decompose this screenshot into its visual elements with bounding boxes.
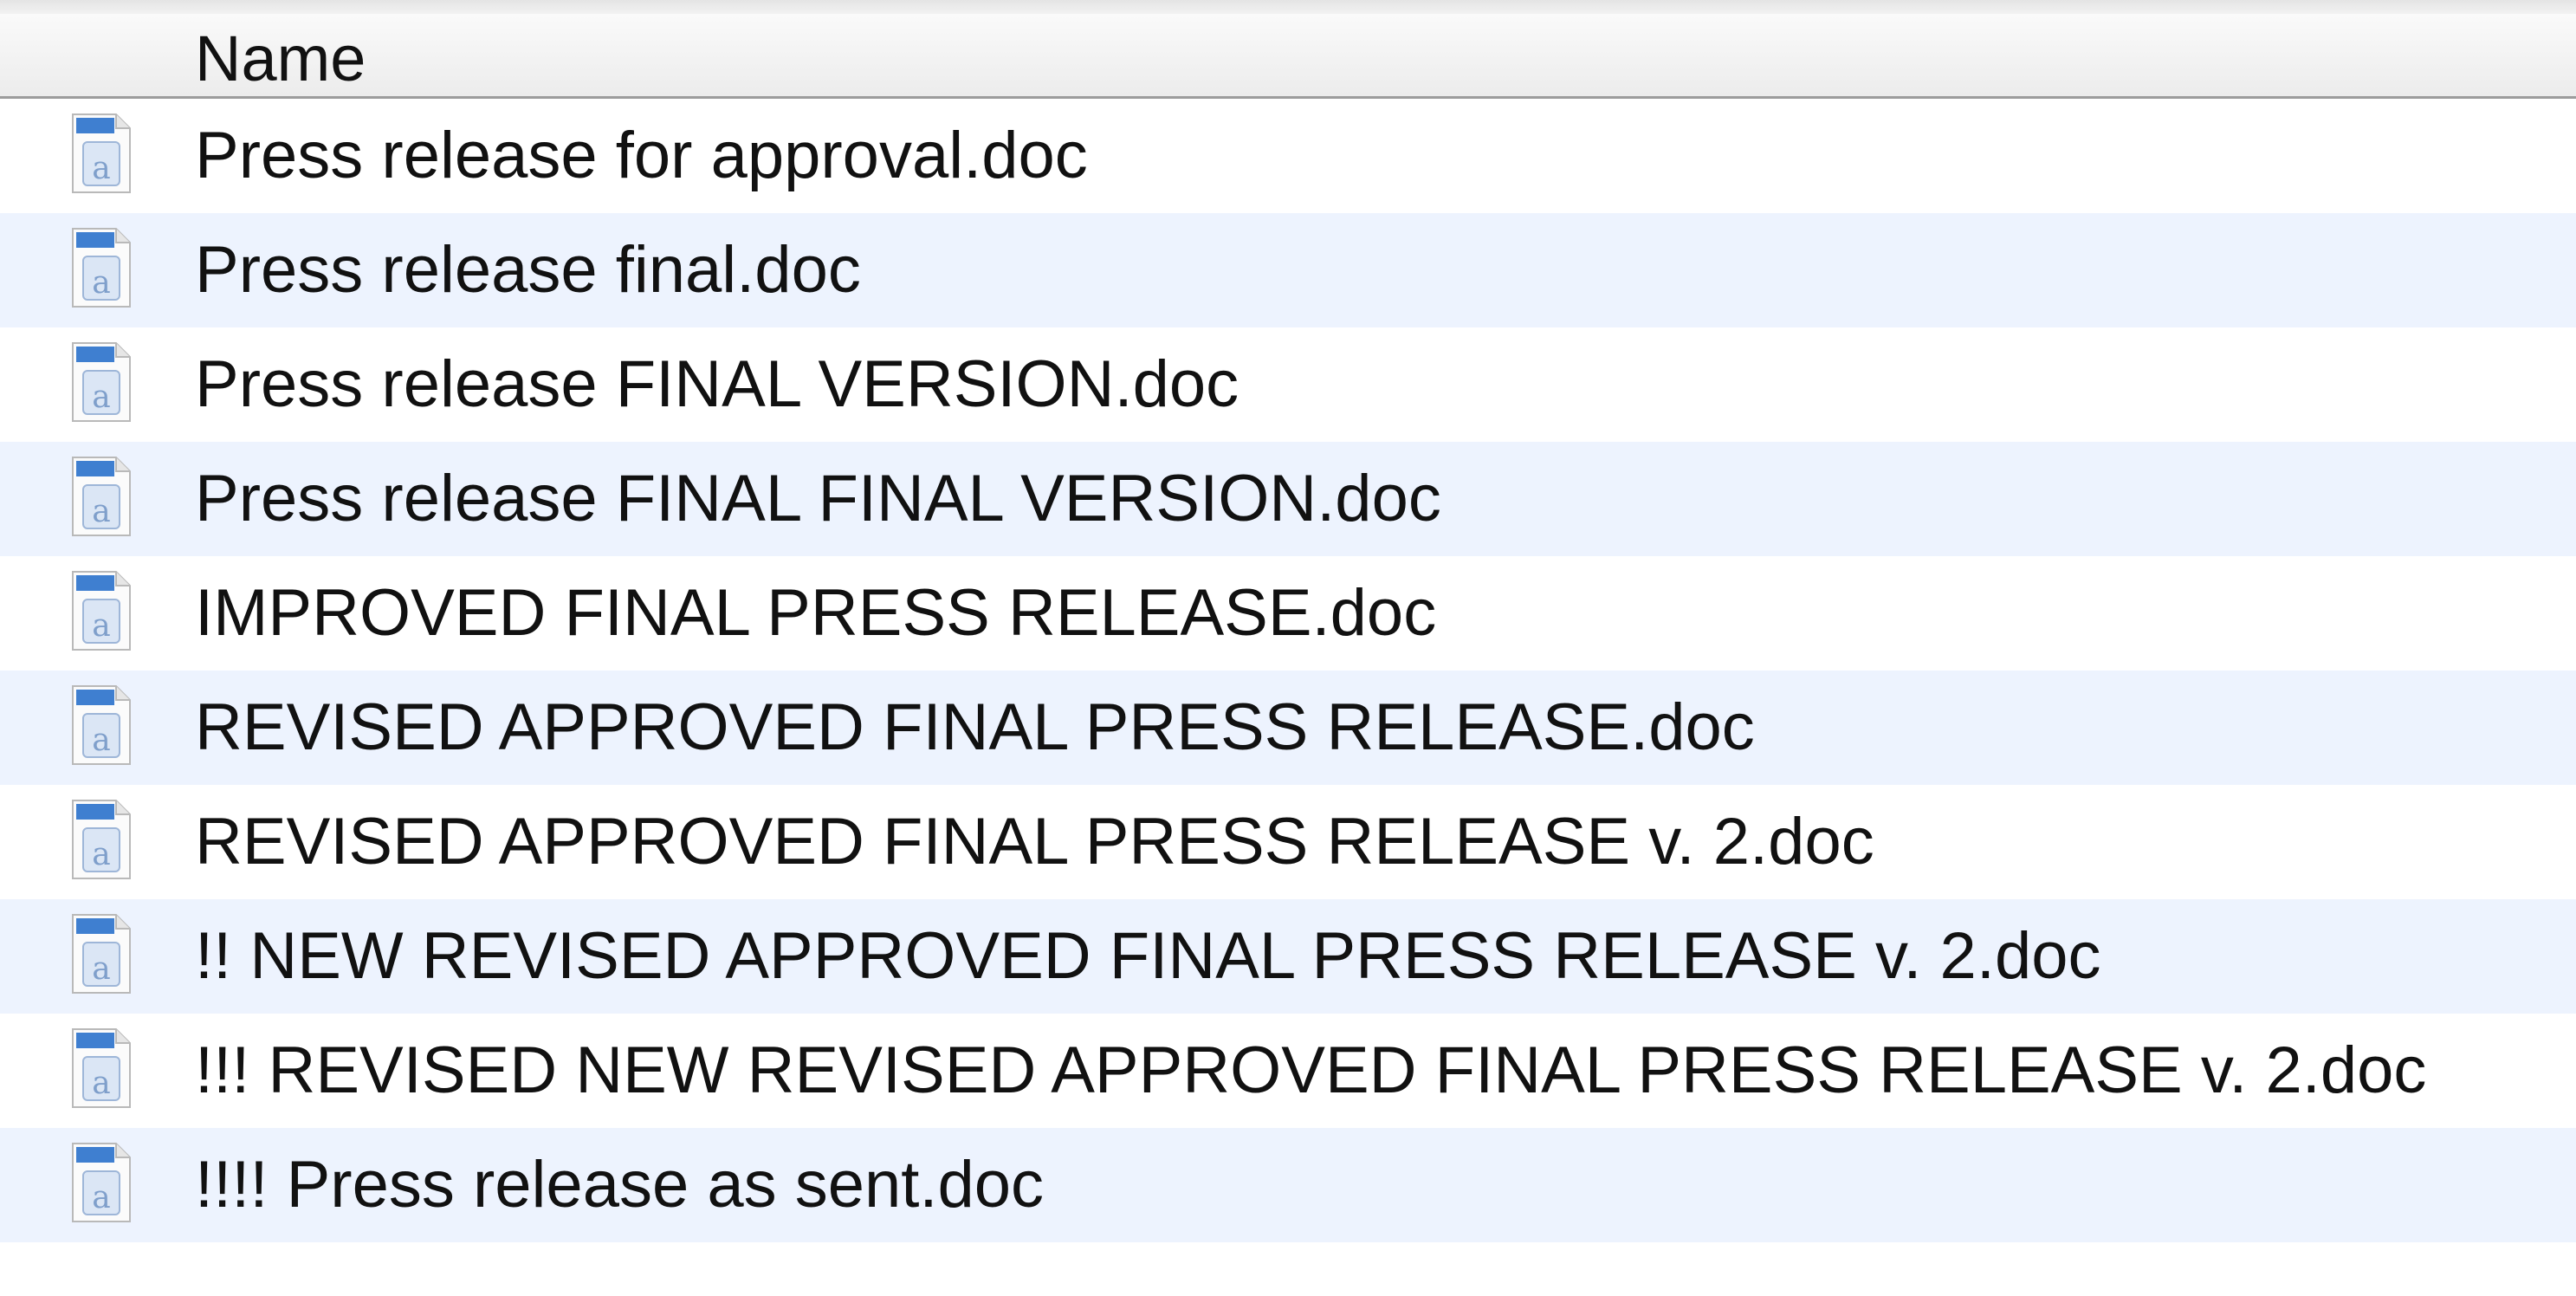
svg-text:a: a [92, 1066, 110, 1101]
column-header: Name [0, 14, 2576, 99]
file-name: Press release for approval.doc [195, 119, 1088, 192]
file-name: !!! REVISED NEW REVISED APPROVED FINAL P… [195, 1034, 2427, 1107]
svg-text:a: a [92, 1180, 110, 1215]
list-item[interactable]: a !!! REVISED NEW REVISED APPROVED FINAL… [0, 1014, 2576, 1128]
name-column-header[interactable]: Name [195, 23, 366, 95]
file-name: REVISED APPROVED FINAL PRESS RELEASE.doc [195, 690, 1755, 764]
list-item[interactable]: a Press release for approval.doc [0, 99, 2576, 213]
list-item[interactable]: a Press release final.doc [0, 213, 2576, 327]
svg-text:a: a [92, 837, 110, 872]
word-document-icon: a [72, 1028, 131, 1108]
word-document-icon: a [72, 113, 131, 193]
list-item[interactable]: a !! NEW REVISED APPROVED FINAL PRESS RE… [0, 899, 2576, 1014]
file-name: Press release FINAL VERSION.doc [195, 347, 1239, 421]
file-name: !! NEW REVISED APPROVED FINAL PRESS RELE… [195, 919, 2101, 993]
window-top-edge [0, 0, 2576, 14]
svg-text:a: a [92, 608, 110, 644]
list-item[interactable]: a IMPROVED FINAL PRESS RELEASE.doc [0, 556, 2576, 671]
svg-text:a: a [92, 951, 110, 987]
word-document-icon: a [72, 228, 131, 308]
word-document-icon: a [72, 685, 131, 765]
list-item[interactable]: a !!!! Press release as sent.doc [0, 1128, 2576, 1242]
file-name: Press release final.doc [195, 233, 861, 307]
file-name: REVISED APPROVED FINAL PRESS RELEASE v. … [195, 805, 1874, 878]
word-document-icon: a [72, 914, 131, 994]
finder-list-window: Name a Press release for approval.doc a … [0, 0, 2576, 1296]
svg-text:a: a [92, 151, 110, 186]
file-list: a Press release for approval.doc a Press… [0, 99, 2576, 1242]
word-document-icon: a [72, 571, 131, 651]
word-document-icon: a [72, 457, 131, 536]
svg-text:a: a [92, 723, 110, 758]
file-name: IMPROVED FINAL PRESS RELEASE.doc [195, 576, 1437, 650]
svg-text:a: a [92, 379, 110, 415]
list-item[interactable]: a Press release FINAL VERSION.doc [0, 327, 2576, 442]
word-document-icon: a [72, 1143, 131, 1222]
list-item[interactable]: a Press release FINAL FINAL VERSION.doc [0, 442, 2576, 556]
list-item[interactable]: a REVISED APPROVED FINAL PRESS RELEASE.d… [0, 671, 2576, 785]
svg-text:a: a [92, 265, 110, 301]
word-document-icon: a [72, 800, 131, 879]
word-document-icon: a [72, 342, 131, 422]
list-item[interactable]: a REVISED APPROVED FINAL PRESS RELEASE v… [0, 785, 2576, 899]
svg-text:a: a [92, 494, 110, 529]
file-name: !!!! Press release as sent.doc [195, 1148, 1045, 1221]
file-name: Press release FINAL FINAL VERSION.doc [195, 462, 1441, 535]
